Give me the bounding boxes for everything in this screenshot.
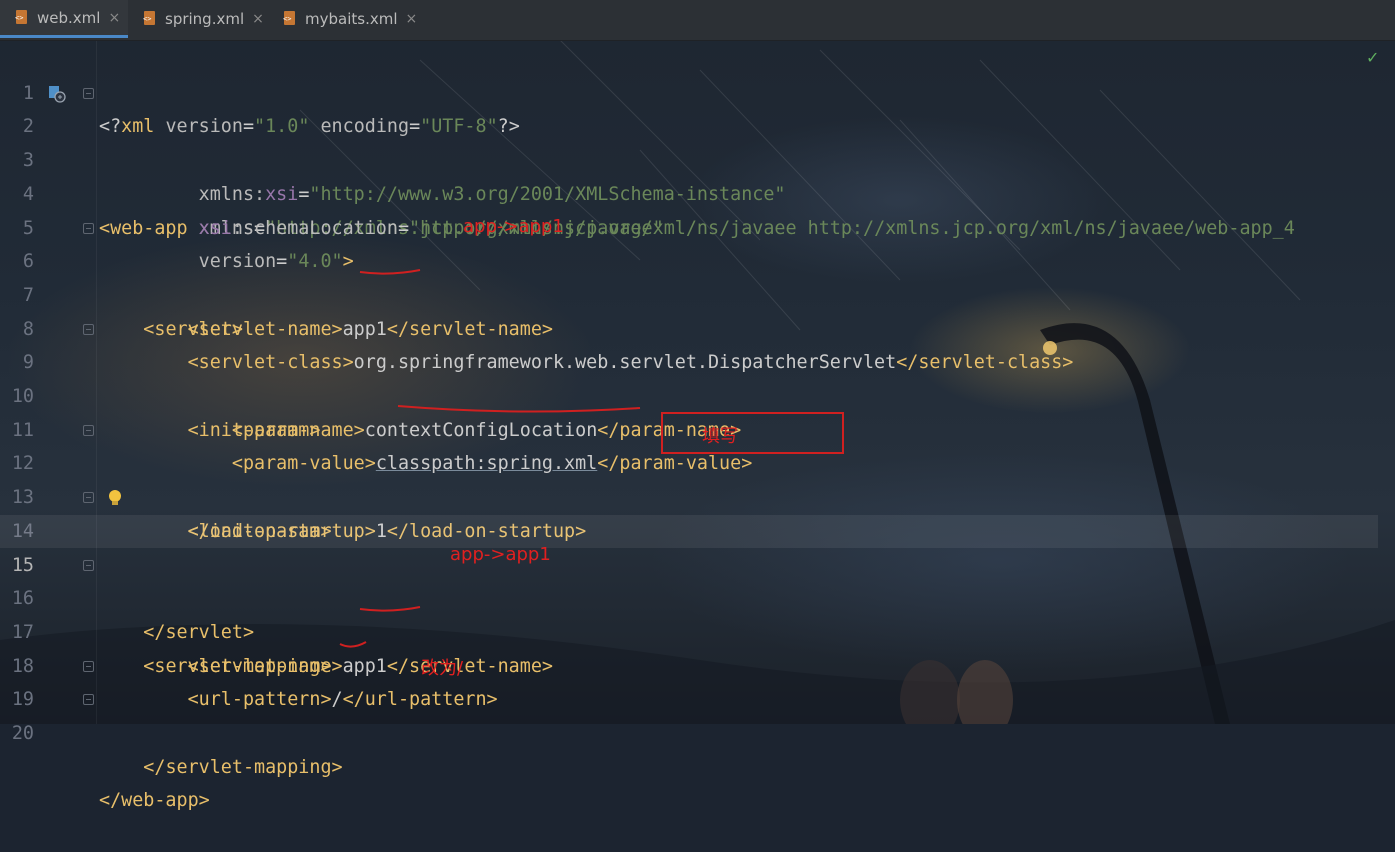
code-line-20[interactable]: 20 </web-app>	[0, 683, 1378, 811]
code-line-7[interactable]: 7 <servlet-name>app1</servlet-name>	[0, 245, 1378, 340]
code-line-17[interactable]: 17 <servlet-name>app1</servlet-name>	[0, 582, 1378, 677]
editor-tab-bar: web.xml × spring.xml × mybaits.xml ×	[0, 0, 1395, 41]
code-line-18[interactable]: 18 <url-pattern>/</url-pattern>	[0, 616, 1378, 711]
fold-marker-icon[interactable]	[83, 87, 94, 99]
code-text: </web-app>	[99, 790, 210, 812]
tab-label: spring.xml	[165, 10, 245, 28]
code-line-14[interactable]: 14 </servlet>	[0, 481, 1378, 643]
code-line-15[interactable]: 15	[0, 514, 1378, 576]
xml-file-icon	[142, 11, 158, 27]
fold-marker-icon[interactable]	[83, 222, 94, 234]
code-line-9[interactable]: 9 <init-param>	[0, 313, 1378, 441]
code-line-10[interactable]: 10 <param-name>contextConfigLocation</pa…	[0, 346, 1378, 441]
xml-file-icon	[14, 9, 30, 26]
code-line-11[interactable]: 11 <param-value>classpath:spring.xml</pa…	[0, 380, 1378, 475]
code-line-2[interactable]: 2 <web-app xmlns="http://xmlns.jcp.org/x…	[0, 77, 1378, 239]
fold-marker-icon[interactable]	[83, 424, 94, 436]
fold-marker-icon[interactable]	[83, 694, 94, 706]
code-line-4[interactable]: 4 xsi:schemaLocation="http://xmlns.jcp.o…	[0, 144, 1378, 239]
annotation-box	[661, 412, 844, 454]
code-line-8[interactable]: 8 <servlet-class>org.springframework.web…	[0, 279, 1378, 374]
web-descriptor-icon[interactable]	[48, 85, 66, 103]
code-line-1[interactable]: 1 <?xml version="1.0" encoding="UTF-8"?>	[0, 43, 1378, 138]
annotation-rename-mapping: app->app1	[450, 544, 551, 565]
annotation-change-to-slash: 改为/	[421, 658, 464, 679]
fold-marker-icon[interactable]	[83, 660, 94, 672]
code-line-3[interactable]: 3 xmlns:xsi="http://www.w3.org/2001/XMLS…	[0, 110, 1378, 205]
code-line-16[interactable]: 16 <servlet-mapping>	[0, 549, 1378, 677]
annotation-rename-servlet: app->app1	[463, 216, 564, 237]
fold-marker-icon[interactable]	[83, 559, 94, 571]
tab-mybaits-xml[interactable]: mybaits.xml ×	[268, 0, 418, 38]
code-editor[interactable]: 1 <?xml version="1.0" encoding="UTF-8"?>…	[0, 41, 1378, 811]
fold-marker-icon[interactable]	[83, 492, 94, 504]
annotation-fill-in: 填写	[702, 426, 738, 447]
tab-web-xml[interactable]: web.xml ×	[0, 0, 128, 38]
code-line-19[interactable]: 19 </servlet-mapping>	[0, 650, 1378, 778]
fold-marker-icon[interactable]	[83, 323, 94, 335]
line-number: 20	[11, 723, 34, 744]
code-text: </servlet-mapping>	[143, 756, 343, 778]
close-icon[interactable]: ×	[108, 10, 120, 26]
lightbulb-icon[interactable]	[108, 489, 122, 507]
xml-file-icon	[282, 11, 298, 27]
vertical-scrollbar[interactable]	[1378, 40, 1395, 724]
code-line-6[interactable]: 6 <servlet>	[0, 212, 1378, 340]
tab-spring-xml[interactable]: spring.xml ×	[128, 0, 268, 38]
tab-label: mybaits.xml	[305, 10, 398, 28]
code-line-5[interactable]: 5 version="4.0">	[0, 178, 1378, 273]
tab-label: web.xml	[37, 8, 101, 27]
close-icon[interactable]: ×	[406, 11, 418, 27]
close-icon[interactable]: ×	[252, 11, 264, 27]
